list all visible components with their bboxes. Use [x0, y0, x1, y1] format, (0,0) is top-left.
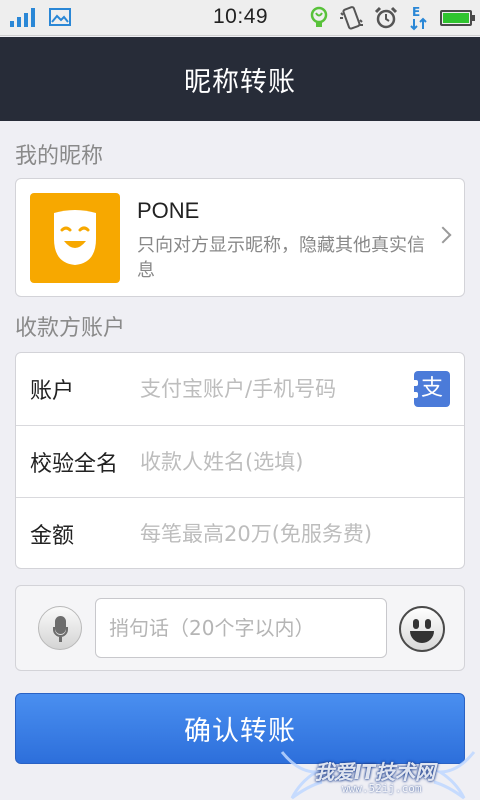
- account-label: 账户: [30, 379, 75, 404]
- microphone-icon[interactable]: [38, 606, 82, 650]
- signal-icon: [10, 7, 35, 27]
- data-transfer-icon: E: [410, 5, 427, 31]
- payee-section-label: 收款方账户: [15, 316, 126, 341]
- avatar: [30, 193, 120, 283]
- battery-icon: [440, 10, 475, 26]
- mask-avatar-icon: [54, 210, 96, 265]
- page-title: 昵称转账: [184, 66, 296, 98]
- nickname-card[interactable]: PONE 只向对方显示昵称，隐藏其他真实信息: [15, 178, 465, 297]
- nickname-description: 只向对方显示昵称，隐藏其他真实信息: [137, 235, 425, 281]
- payee-form: 账户 支 校验全名 金额: [15, 352, 465, 569]
- full-name-label: 校验全名: [30, 451, 119, 477]
- title-bar: 昵称转账: [0, 37, 480, 121]
- account-input[interactable]: [140, 371, 404, 407]
- nickname-section-label: 我的昵称: [15, 144, 104, 169]
- picture-icon: [49, 8, 71, 26]
- vibrate-icon: [340, 6, 363, 30]
- amount-input[interactable]: [140, 516, 450, 552]
- watermark-url: www.52ij.com: [342, 782, 422, 795]
- confirm-transfer-button[interactable]: 确认转账: [15, 693, 465, 764]
- amount-label: 金额: [30, 523, 75, 549]
- lightbulb-icon: [310, 6, 328, 27]
- account-row: 账户 支: [16, 353, 464, 425]
- full-name-row: 校验全名: [16, 425, 464, 497]
- svg-text:E: E: [412, 5, 420, 19]
- status-time: 10:49: [213, 5, 269, 28]
- nickname-text: PONE: [137, 198, 200, 223]
- alarm-icon: [374, 6, 398, 29]
- message-bar: [15, 585, 465, 671]
- emoji-icon[interactable]: [399, 606, 445, 652]
- message-input[interactable]: [95, 598, 387, 658]
- contacts-book-icon[interactable]: 支: [410, 371, 450, 407]
- amount-row: 金额: [16, 497, 464, 569]
- status-bar: 10:49 E: [0, 0, 480, 36]
- full-name-input[interactable]: [140, 444, 450, 480]
